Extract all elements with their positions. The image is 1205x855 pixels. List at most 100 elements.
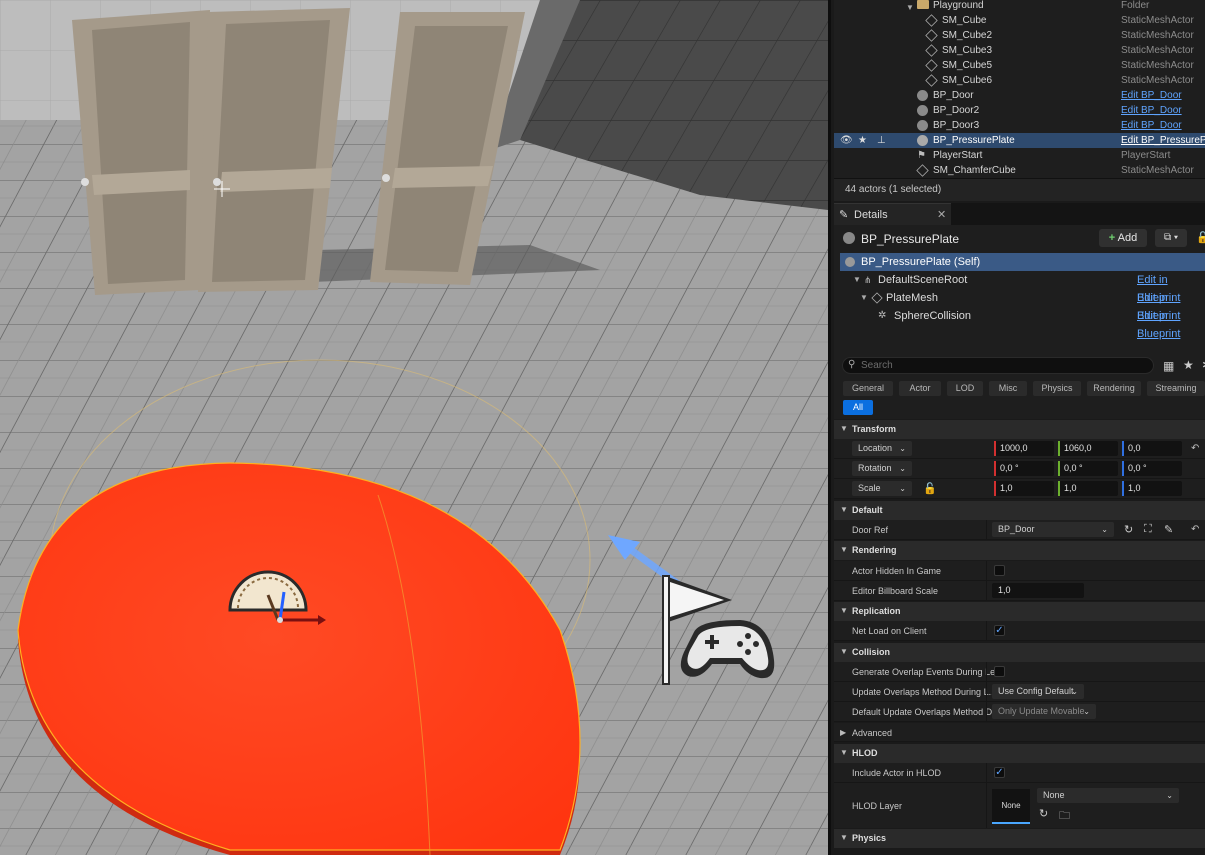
edit-blueprint-link[interactable]: Edit BP_PressurePl <box>1121 133 1205 148</box>
edit-blueprint-link[interactable]: Edit BP_Door <box>1121 88 1182 103</box>
filter-streaming[interactable]: Streaming <box>1147 381 1205 396</box>
section-transform[interactable]: ▼ Transform <box>834 420 1205 439</box>
outliner-row[interactable]: ⚑ PlayerStart PlayerStart <box>834 148 1205 163</box>
component-row[interactable]: ▼ PlateMesh Edit in Blueprint <box>840 289 1205 322</box>
location-y-field[interactable]: 1060,0 <box>1058 441 1118 456</box>
hlod-layer-thumbnail[interactable]: None <box>992 789 1030 824</box>
rotation-z-field[interactable]: 0,0 ° <box>1122 461 1182 476</box>
outliner-row[interactable]: BP_Door3 Edit BP_Door <box>834 118 1205 133</box>
edit-blueprint-link[interactable]: Edit BP_Door <box>1121 103 1182 118</box>
filter-misc[interactable]: Misc <box>989 381 1027 396</box>
player-start-icon: ⚑ <box>917 150 926 161</box>
chevron-down-icon: ⌄ <box>1101 525 1108 534</box>
lock-icon[interactable]: 🔓 <box>1196 231 1205 244</box>
scale-x-field[interactable]: 1,0 <box>994 481 1054 496</box>
location-mode-dropdown[interactable]: Location ⌄ <box>852 441 912 456</box>
filter-actor[interactable]: Actor <box>899 381 941 396</box>
billboard-scale-field[interactable]: 1,0 <box>992 583 1084 598</box>
use-selected-icon[interactable]: ↻ <box>1124 523 1133 536</box>
outliner-row[interactable]: SM_Cube2 StaticMeshActor <box>834 28 1205 43</box>
details-search[interactable]: ⚲ <box>842 357 1154 374</box>
advanced-expander[interactable]: ▶ Advanced <box>834 723 1205 742</box>
scale-z-field[interactable]: 1,0 <box>1122 481 1182 496</box>
filter-physics[interactable]: Physics <box>1033 381 1081 396</box>
door-ref-dropdown[interactable]: BP_Door ⌄ <box>992 522 1114 537</box>
section-hlod[interactable]: ▼ HLOD <box>834 744 1205 763</box>
eyedropper-icon[interactable]: ✎ <box>1164 523 1173 536</box>
property-billboard-scale: Editor Billboard Scale 1,0 <box>834 581 1205 601</box>
blueprint-options-button[interactable]: ⧉ ▾ <box>1155 229 1187 247</box>
outliner-row[interactable]: SM_Cube5 StaticMeshActor <box>834 58 1205 73</box>
level-viewport[interactable] <box>0 0 828 855</box>
chevron-down-icon: ⌄ <box>899 464 906 473</box>
table-view-icon[interactable]: ▦ <box>1163 359 1174 373</box>
filter-rendering[interactable]: Rendering <box>1087 381 1141 396</box>
scale-y-field[interactable]: 1,0 <box>1058 481 1118 496</box>
edit-in-blueprint-link[interactable]: Edit in Blueprint <box>1137 307 1205 343</box>
z-axis-bar <box>1122 481 1124 496</box>
browse-icon[interactable]: ⛶ <box>1144 523 1152 536</box>
rotation-y-field[interactable]: 0,0 ° <box>1058 461 1118 476</box>
outliner-row-selected[interactable]: 👁 ★ ⊥ BP_PressurePlate Edit BP_PressureP… <box>834 133 1205 148</box>
section-rendering[interactable]: ▼ Rendering <box>834 541 1205 560</box>
favorites-star-icon[interactable]: ★ <box>1183 358 1194 372</box>
expand-arrow-icon[interactable]: ▼ <box>853 271 861 289</box>
net-load-checkbox[interactable]: ✓ <box>994 625 1005 636</box>
outliner-row[interactable]: SM_ChamferCube StaticMeshActor <box>834 163 1205 178</box>
collapse-arrow-icon[interactable]: ▼ <box>840 647 848 656</box>
filter-general[interactable]: General <box>843 381 893 396</box>
favorite-star-icon[interactable]: ★ <box>858 133 867 148</box>
close-icon[interactable]: ✕ <box>937 208 946 221</box>
outliner-row[interactable]: SM_Cube6 StaticMeshActor <box>834 73 1205 88</box>
component-row[interactable]: ✲ SphereCollision Edit in Blueprint <box>840 307 1205 340</box>
collapse-arrow-icon[interactable]: ▼ <box>840 606 848 615</box>
collapse-arrow-icon[interactable]: ▼ <box>840 748 848 757</box>
expand-arrow-icon[interactable]: ▼ <box>906 0 917 12</box>
edit-blueprint-link[interactable]: Edit BP_Door <box>1121 118 1182 133</box>
outliner-row-folder[interactable]: ▼ Playground Folder <box>834 0 1205 13</box>
reset-to-default-icon[interactable]: ↶ <box>1191 443 1199 454</box>
tab-details[interactable]: ✎ Details ✕ <box>834 203 951 225</box>
rotation-x-field[interactable]: 0,0 ° <box>994 461 1054 476</box>
collapse-arrow-icon[interactable]: ▼ <box>840 545 848 554</box>
location-z-field[interactable]: 0,0 <box>1122 441 1182 456</box>
scale-mode-dropdown[interactable]: Scale ⌄ <box>852 481 912 496</box>
details-header: BP_PressurePlate + Add ⧉ ▾ 🔓 <box>834 225 1205 251</box>
generate-overlap-checkbox[interactable] <box>994 666 1005 677</box>
browse-folder-icon[interactable]: 🗀 <box>1059 807 1070 826</box>
filter-all[interactable]: All <box>843 400 873 415</box>
expand-arrow-icon[interactable]: ▼ <box>860 289 868 307</box>
reset-to-default-icon[interactable]: ↶ <box>1191 524 1199 535</box>
pin-icon[interactable]: ⊥ <box>877 133 886 148</box>
hlod-layer-dropdown[interactable]: None ⌄ <box>1037 788 1179 803</box>
outliner-row[interactable]: SM_Cube3 StaticMeshActor <box>834 43 1205 58</box>
add-component-button[interactable]: + Add <box>1099 229 1147 247</box>
component-row-self[interactable]: BP_PressurePlate (Self) <box>840 253 1205 271</box>
section-replication[interactable]: ▼ Replication <box>834 602 1205 621</box>
expand-arrow-icon[interactable]: ▶ <box>840 728 846 737</box>
location-x-field[interactable]: 1000,0 <box>994 441 1054 456</box>
visibility-eye-icon[interactable]: 👁 <box>840 133 853 148</box>
advanced-label: Advanced <box>852 728 893 738</box>
use-selected-icon[interactable]: ↻ <box>1039 807 1048 820</box>
lock-icon[interactable]: 🔓 <box>923 482 937 495</box>
update-overlaps-dropdown[interactable]: Use Config Default ⌄ <box>992 684 1084 699</box>
component-row[interactable]: ▼ ⋔ DefaultSceneRoot Edit in Blueprint <box>840 271 1205 304</box>
collapse-arrow-icon[interactable]: ▼ <box>840 505 848 514</box>
actor-hidden-checkbox[interactable] <box>994 565 1005 576</box>
section-default[interactable]: ▼ Default <box>834 501 1205 520</box>
section-title: Collision <box>852 647 890 657</box>
outliner-item-name: BP_PressurePlate <box>933 135 1015 146</box>
outliner-row[interactable]: BP_Door Edit BP_Door <box>834 88 1205 103</box>
search-input[interactable] <box>861 359 1141 372</box>
collapse-arrow-icon[interactable]: ▼ <box>840 424 848 433</box>
include-hlod-checkbox[interactable]: ✓ <box>994 767 1005 778</box>
section-physics[interactable]: ▼ Physics <box>834 829 1205 848</box>
collapse-arrow-icon[interactable]: ▼ <box>840 833 848 842</box>
blueprint-actor-icon <box>917 105 928 116</box>
filter-lod[interactable]: LOD <box>947 381 983 396</box>
outliner-row[interactable]: SM_Cube StaticMeshActor <box>834 13 1205 28</box>
rotation-mode-dropdown[interactable]: Rotation ⌄ <box>852 461 912 476</box>
section-collision[interactable]: ▼ Collision <box>834 643 1205 662</box>
outliner-row[interactable]: BP_Door2 Edit BP_Door <box>834 103 1205 118</box>
